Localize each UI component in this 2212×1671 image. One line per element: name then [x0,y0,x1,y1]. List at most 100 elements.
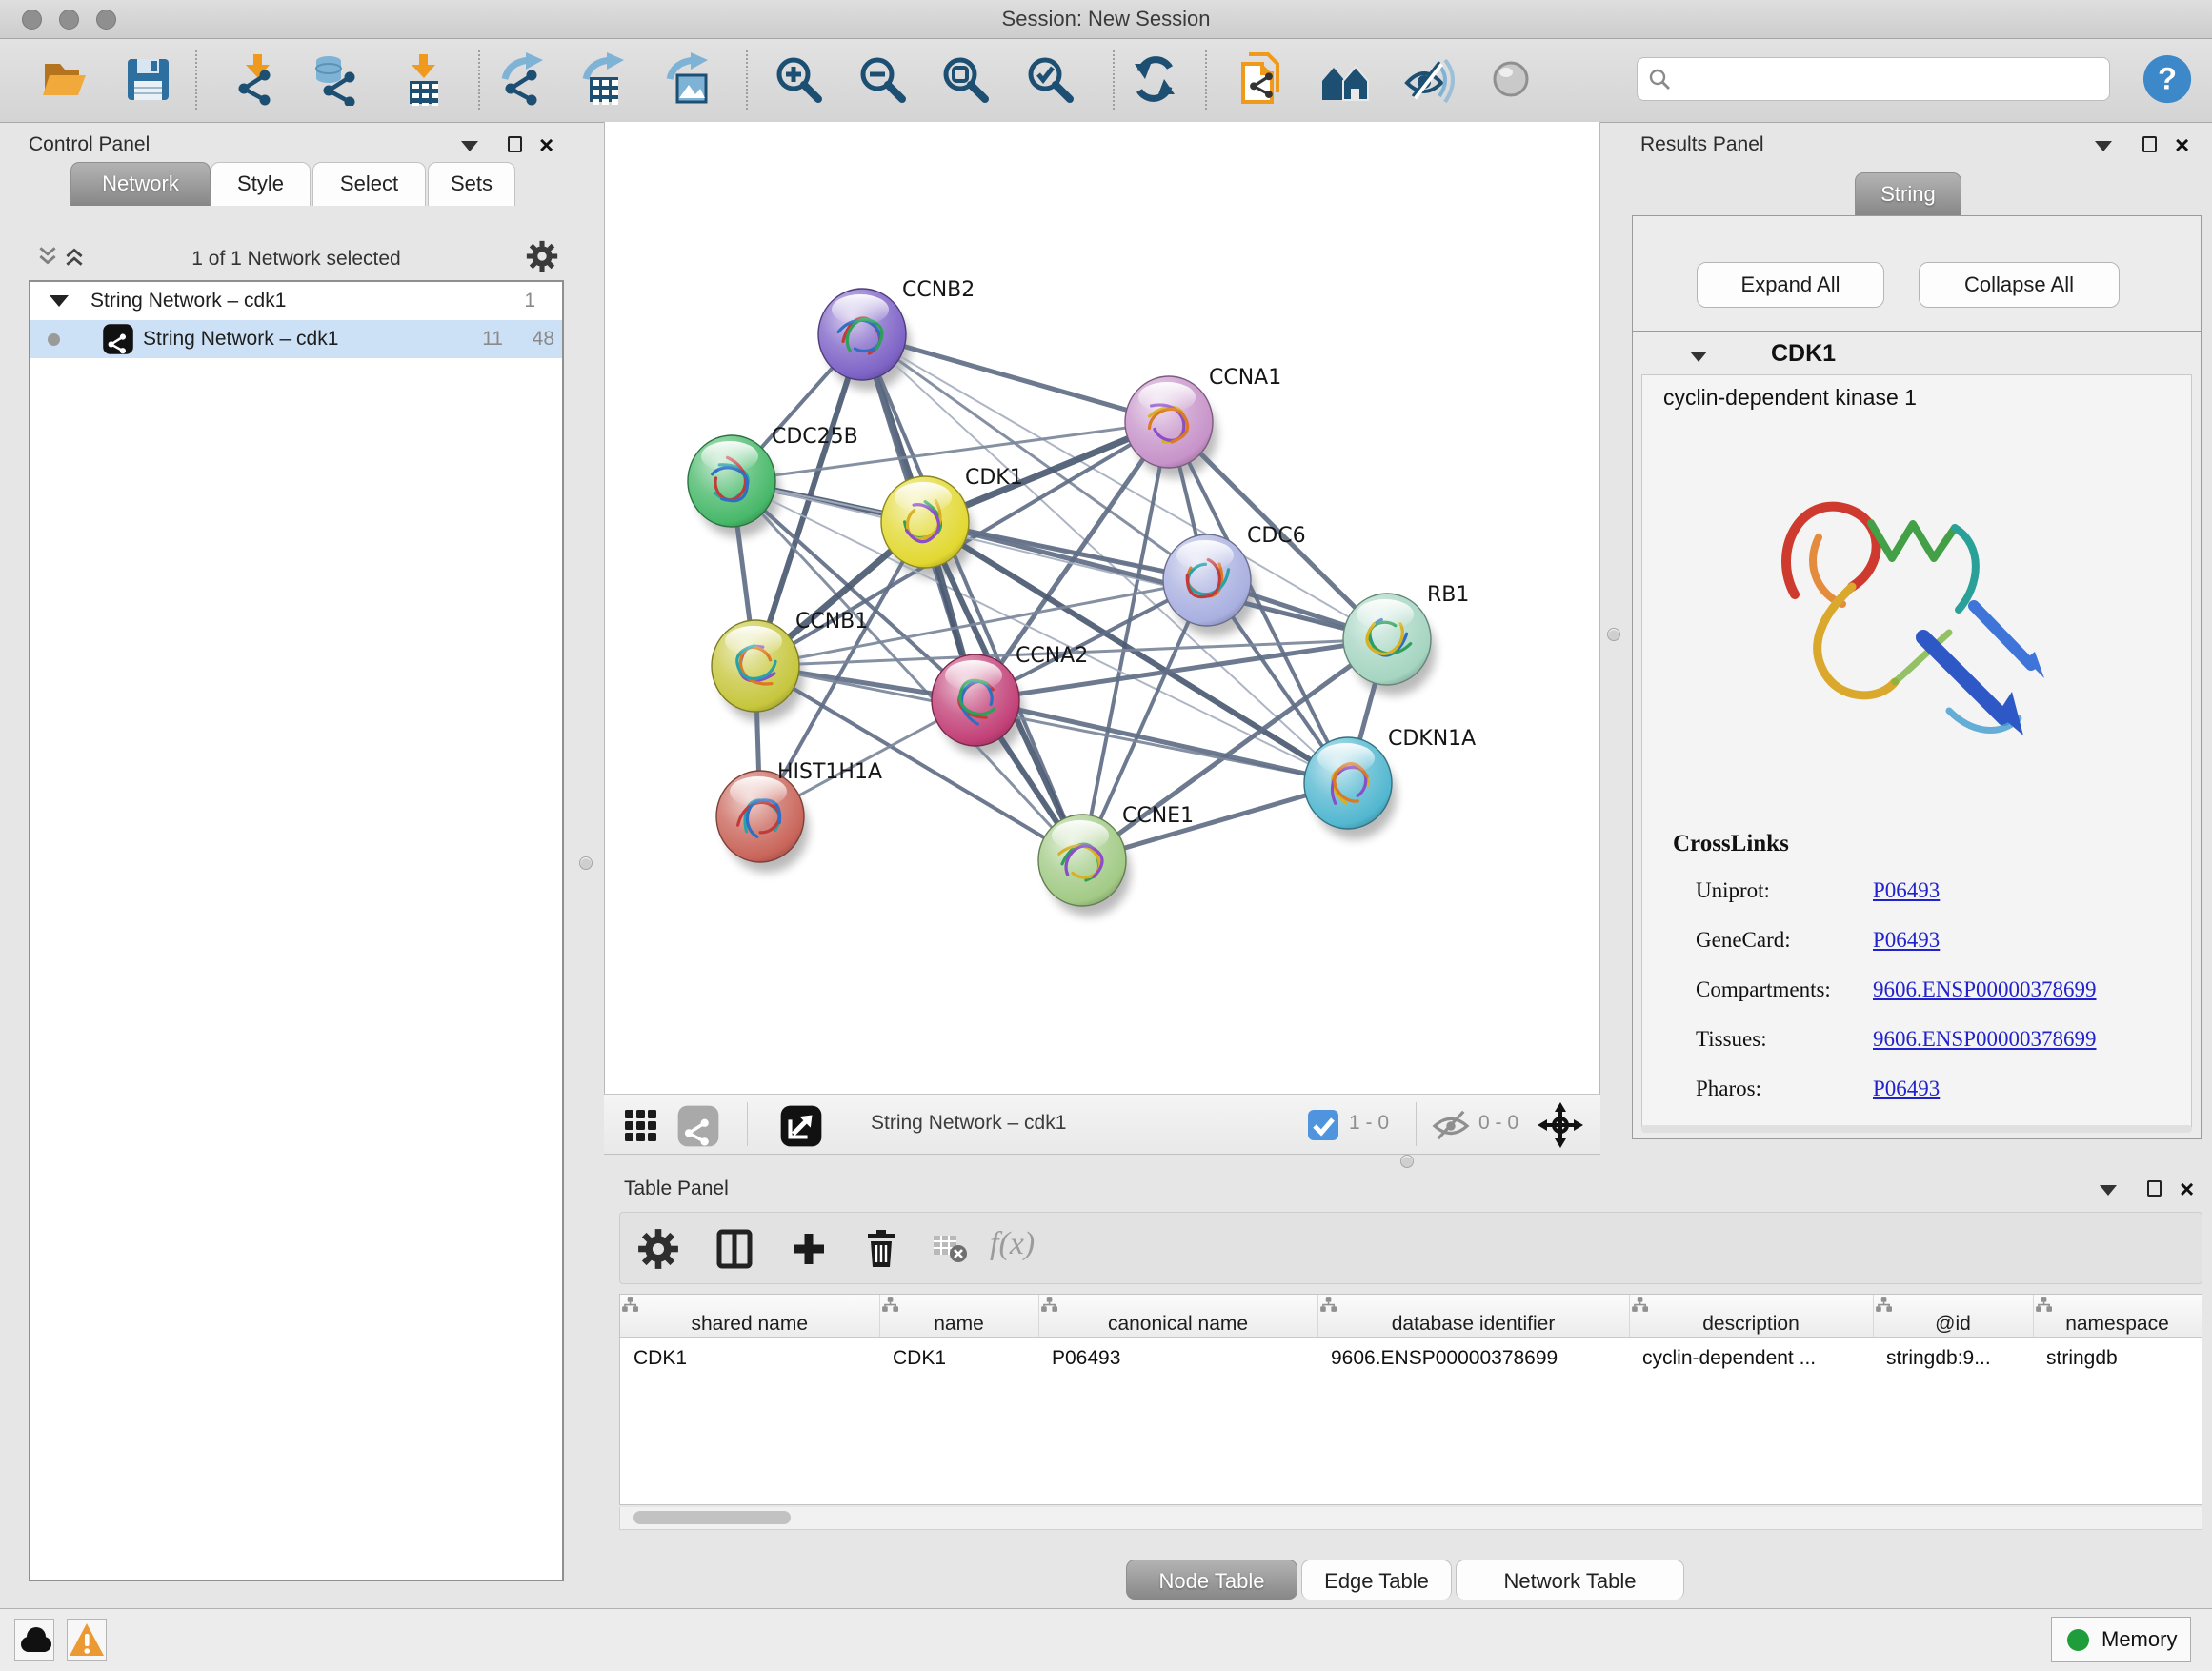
zoom-in-icon[interactable] [772,52,827,108]
crosslink-value-link[interactable]: P06493 [1873,1077,1940,1101]
zoom-out-icon[interactable] [855,52,911,108]
network-options-gear-icon[interactable] [526,240,558,272]
zoom-selected-icon[interactable] [1023,52,1078,108]
show-hide-graphics-icon[interactable] [1401,52,1457,108]
home-icon[interactable] [1318,52,1374,108]
network-node-ccna2[interactable] [932,654,1019,746]
node-label: CDK1 [965,466,1023,490]
crosslink-row: GeneCard: P06493 [1696,920,2172,970]
import-string-network-icon[interactable] [1234,52,1289,108]
network-tree: String Network – cdk11String Network – c… [29,280,564,1581]
tab-network-table[interactable]: Network Table [1456,1560,1684,1600]
import-network-file-icon[interactable] [231,52,286,108]
table-cell: CDK1 [879,1338,1038,1380]
left-splitter-handle[interactable] [579,856,593,870]
tab-node-table[interactable]: Node Table [1126,1560,1297,1600]
selected-checkbox-icon[interactable] [1307,1109,1339,1141]
table-panel-menu-icon[interactable] [2100,1183,2117,1200]
save-session-icon[interactable] [121,52,176,108]
crosslink-value-link[interactable]: P06493 [1873,878,1940,903]
tab-network[interactable]: Network [70,162,211,206]
column-header-database-identifier[interactable]: database identifier [1317,1295,1629,1338]
export-image-icon[interactable] [662,52,717,108]
results-panel-menu-icon[interactable] [2095,139,2112,156]
memory-button[interactable]: Memory [2051,1617,2191,1662]
crosslink-row: Tissues: 9606.ENSP00000378699 [1696,1019,2172,1069]
tab-string[interactable]: String [1855,172,1961,216]
column-header-namespace[interactable]: namespace [2033,1295,2202,1338]
tab-sets[interactable]: Sets [428,162,515,206]
create-column-icon[interactable] [788,1228,832,1272]
table-panel-close-icon[interactable]: × [2180,1181,2194,1198]
open-session-icon[interactable] [38,52,93,108]
detach-view-icon[interactable] [779,1104,823,1148]
control-panel-close-icon[interactable]: × [539,137,553,153]
network-node-ccna1[interactable] [1125,376,1213,468]
cdk1-collapse-icon[interactable] [1690,350,1707,367]
results-panel-close-icon[interactable]: × [2175,137,2189,153]
import-table-file-icon[interactable] [396,52,452,108]
tab-select[interactable]: Select [312,162,426,206]
warning-icon[interactable] [67,1619,107,1661]
bottom-splitter-handle[interactable] [1400,1155,1414,1168]
crosslink-value-link[interactable]: P06493 [1873,928,1940,953]
string-app-icon[interactable] [676,1104,720,1148]
column-header-shared-name[interactable]: shared name [620,1295,879,1338]
export-network-icon[interactable] [497,52,553,108]
results-scrollbar[interactable] [1641,1125,2192,1133]
right-splitter-handle[interactable] [1607,628,1620,641]
network-tree-label: String Network – cdk1 [143,328,338,351]
table-options-gear-icon[interactable] [637,1228,681,1272]
cloud-status-icon[interactable] [14,1619,54,1661]
selected-node-edge-count: 1 - 0 [1349,1112,1389,1135]
zoom-fit-icon[interactable] [938,52,994,108]
tree-expander-icon[interactable] [50,295,69,307]
network-canvas[interactable]: CCNB2 CCNA1 CDC25B CDK1 CDC6 RB1 [604,122,1600,1094]
network-tree-row[interactable]: String Network – cdk11148 [30,320,562,358]
delete-columns-icon[interactable] [860,1228,904,1272]
network-node-cdc6[interactable] [1163,534,1251,626]
hidden-eye-icon[interactable] [1431,1108,1471,1142]
control-panel-menu-icon[interactable] [461,139,478,156]
table-hscrollbar-thumb[interactable] [633,1511,791,1524]
expand-all-button[interactable]: Expand All [1697,262,1884,308]
network-node-cdc25b[interactable] [688,435,775,527]
network-node-cdk1[interactable] [881,476,969,568]
network-grid-mode-icon[interactable] [621,1106,661,1146]
network-node-cdkn1a[interactable] [1304,737,1392,829]
table-cell: stringdb [2033,1338,2202,1380]
help-icon[interactable]: ? [2142,54,2194,106]
network-tree-row[interactable]: String Network – cdk11 [30,282,562,320]
show-columns-icon[interactable] [714,1228,757,1272]
column-header-canonical-name[interactable]: canonical name [1038,1295,1317,1338]
apply-preferred-layout-icon[interactable] [1128,52,1183,108]
network-node-rb1[interactable] [1343,594,1431,685]
network-node-hist1h1a[interactable] [716,771,804,862]
results-panel-float-icon[interactable] [2142,136,2157,157]
export-table-icon[interactable] [578,52,633,108]
column-header-description[interactable]: description [1629,1295,1873,1338]
protein-description: cyclin-dependent kinase 1 [1663,385,1917,411]
control-panel-float-icon[interactable] [508,136,522,157]
table-panel-float-icon[interactable] [2147,1180,2162,1201]
table-cell: 9606.ENSP00000378699 [1317,1338,1629,1380]
tab-edge-table[interactable]: Edge Table [1301,1560,1452,1600]
network-node-ccnb2[interactable] [818,289,906,380]
network-edge[interactable] [862,334,1169,422]
network-view-toolbar: String Network – cdk1 1 - 0 0 - 0 [604,1094,1600,1155]
table-cell: cyclin-dependent ... [1629,1338,1873,1380]
column-header--id[interactable]: @id [1873,1295,2033,1338]
network-node-ccnb1[interactable] [712,620,799,712]
table-hscrollbar[interactable] [619,1507,2202,1530]
node-label: CCNA1 [1209,366,1281,390]
crosslink-value-link[interactable]: 9606.ENSP00000378699 [1873,1027,2097,1052]
import-network-database-icon[interactable] [308,52,363,108]
network-node-ccne1[interactable] [1038,815,1126,906]
table-row[interactable]: CDK1CDK1P064939606.ENSP00000378699cyclin… [620,1338,2202,1380]
crosslink-value-link[interactable]: 9606.ENSP00000378699 [1873,977,2097,1002]
birdseye-navigator-icon[interactable] [1538,1102,1583,1148]
tab-style[interactable]: Style [211,162,311,206]
search-input[interactable] [1637,57,2110,101]
column-header-name[interactable]: name [879,1295,1038,1338]
collapse-all-button[interactable]: Collapse All [1919,262,2120,308]
